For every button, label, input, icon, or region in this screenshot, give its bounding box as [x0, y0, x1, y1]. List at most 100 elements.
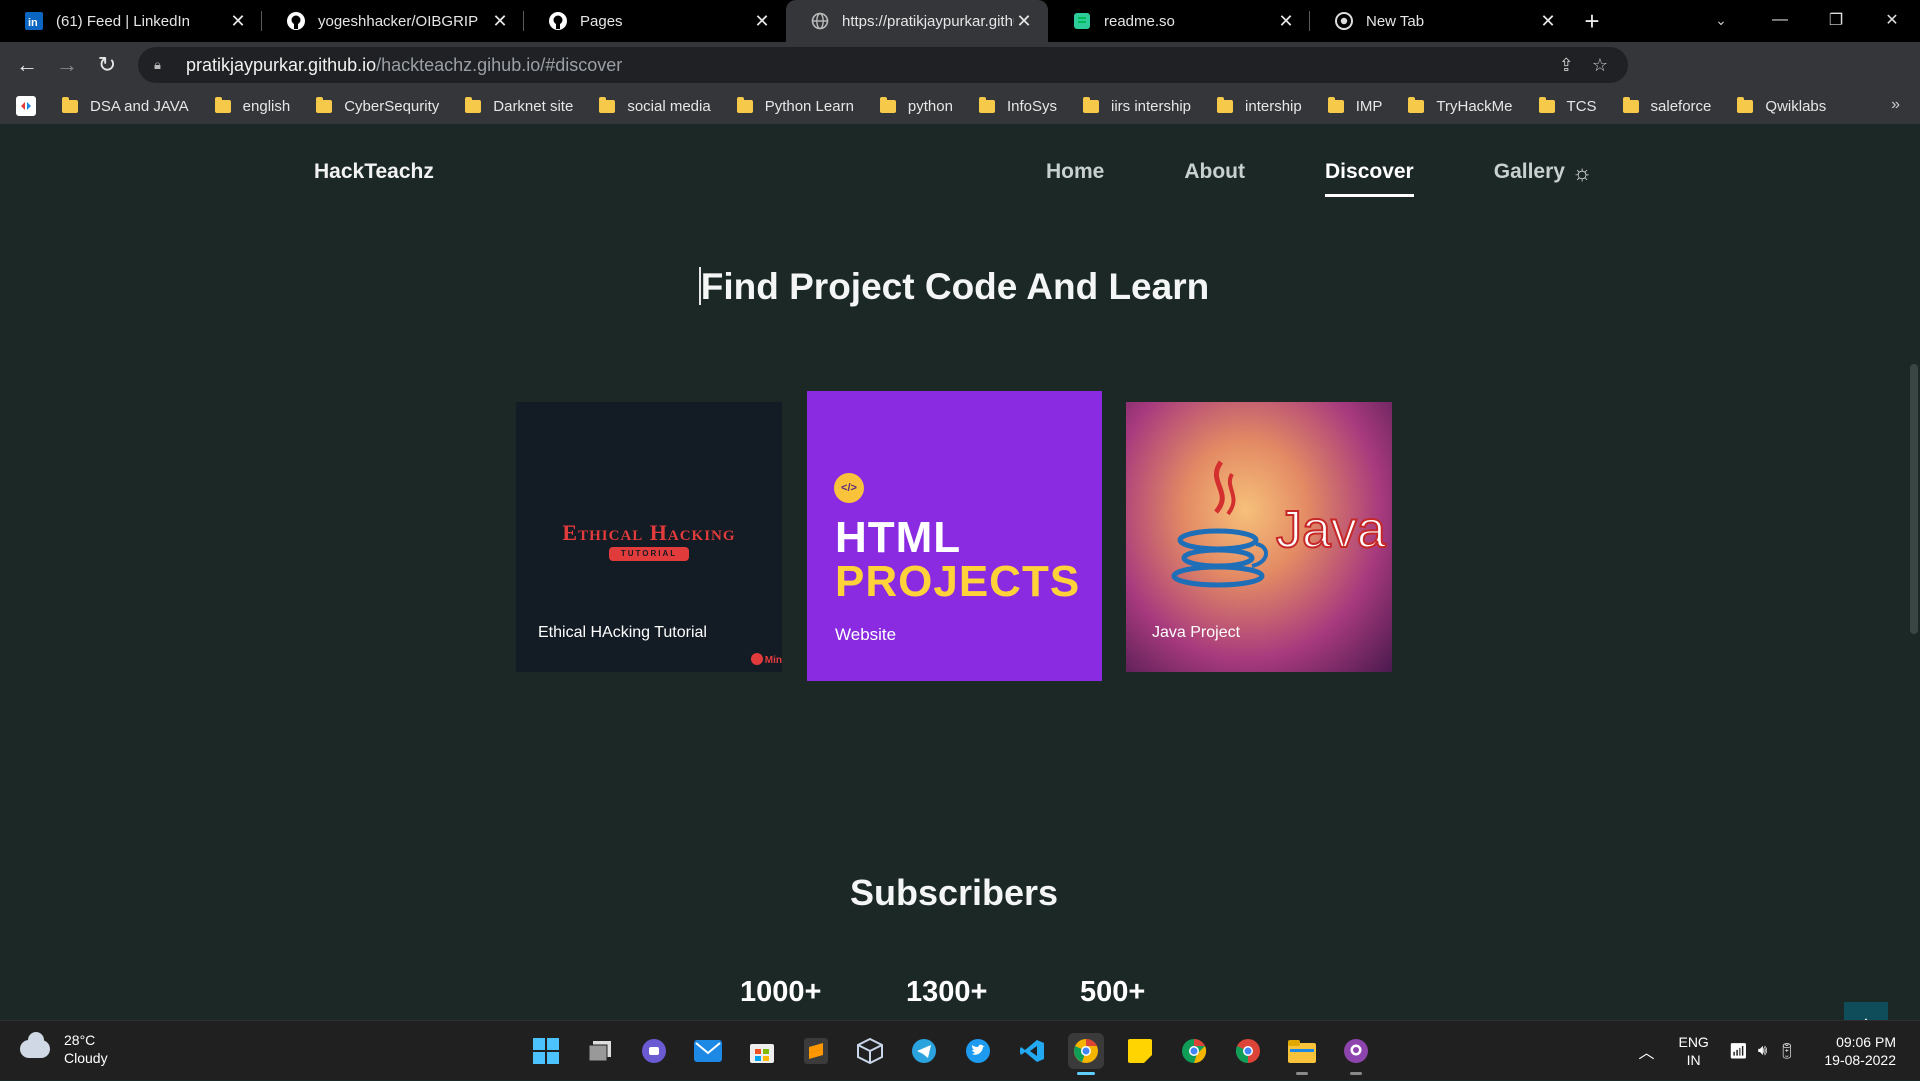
- tab-github-pages[interactable]: Pages ✕: [524, 0, 786, 42]
- folder-icon: [978, 96, 995, 113]
- language-indicator[interactable]: ENG IN: [1678, 1033, 1708, 1069]
- lock-icon[interactable]: 🔒︎: [154, 57, 170, 73]
- close-window-button[interactable]: ✕: [1864, 0, 1920, 40]
- bookmark-folder[interactable]: DSA and JAVA: [62, 96, 189, 115]
- close-icon[interactable]: ✕: [1538, 11, 1558, 32]
- tab-github-oibgrip[interactable]: yogeshhacker/OIBGRIP ✕: [262, 0, 524, 42]
- reload-icon[interactable]: ↻: [87, 45, 127, 85]
- restore-button[interactable]: ❐: [1808, 0, 1864, 40]
- chrome-profile-icon[interactable]: [1230, 1033, 1266, 1069]
- nav-gallery[interactable]: Gallery: [1494, 160, 1565, 184]
- stat-value: 1300+: [906, 976, 988, 1008]
- sun-icon[interactable]: ☼: [1572, 160, 1592, 186]
- globe-icon: [810, 11, 830, 31]
- project-card-html[interactable]: </> HTML PROJECTS Website: [807, 391, 1102, 681]
- sticky-notes-icon[interactable]: [1122, 1033, 1158, 1069]
- bookmark-folder[interactable]: saleforce: [1622, 96, 1711, 115]
- readme-icon: [1072, 11, 1092, 31]
- bookmark-folder[interactable]: python: [879, 96, 953, 115]
- github-desktop-icon[interactable]: [1338, 1033, 1374, 1075]
- star-icon[interactable]: ☆: [1592, 55, 1608, 76]
- twitter-icon[interactable]: [960, 1033, 996, 1069]
- vscode-icon[interactable]: [1014, 1033, 1050, 1069]
- bookmarks-overflow-button[interactable]: »: [1891, 96, 1900, 114]
- tab-title: Pages: [580, 12, 623, 30]
- java-logo-text: Java: [1275, 500, 1387, 560]
- close-icon[interactable]: ✕: [228, 11, 248, 32]
- telegram-icon[interactable]: [906, 1033, 942, 1069]
- tab-strip: in (61) Feed | LinkedIn ✕ yogeshhacker/O…: [0, 0, 1920, 42]
- bookmark-folder[interactable]: InfoSys: [978, 96, 1057, 115]
- tab-readme[interactable]: readme.so ✕: [1048, 0, 1310, 42]
- close-icon[interactable]: ✕: [1276, 11, 1296, 32]
- minimize-button[interactable]: —: [1752, 0, 1808, 40]
- clock[interactable]: 09:06 PM 19-08-2022: [1824, 1033, 1896, 1069]
- share-icon[interactable]: ⇪: [1559, 55, 1574, 76]
- folder-icon: [316, 96, 333, 113]
- weather-desc: Cloudy: [64, 1050, 108, 1066]
- bookmark-folder[interactable]: intership: [1217, 96, 1302, 115]
- store-icon[interactable]: [744, 1033, 780, 1069]
- bookmark-folder[interactable]: Qwiklabs: [1737, 96, 1826, 115]
- tab-hackteachz[interactable]: https://pratikjaypurkar.githu ✕: [786, 0, 1048, 42]
- chrome-icon[interactable]: [1176, 1033, 1212, 1069]
- back-arrow-icon[interactable]: ←: [7, 45, 47, 85]
- scrollbar-thumb[interactable]: [1910, 364, 1918, 634]
- arrow-up-icon[interactable]: ↑: [1844, 1002, 1888, 1020]
- tab-title: readme.so: [1104, 12, 1175, 30]
- browser-toolbar: ← → ↻ 🔒︎ pratikjaypurkar.github.io/hackt…: [0, 42, 1920, 118]
- tab-search-chevron-icon[interactable]: ⌄: [1706, 0, 1736, 40]
- url-host: pratikjaypurkar.github.io: [186, 54, 377, 75]
- nav-about[interactable]: About: [1184, 160, 1245, 184]
- bookmark-folder[interactable]: Python Learn: [736, 96, 854, 115]
- tab-linkedin[interactable]: in (61) Feed | LinkedIn ✕: [0, 0, 262, 42]
- bookmark-folder[interactable]: social media: [599, 96, 711, 115]
- folder-icon: [1217, 96, 1234, 113]
- github-icon: [286, 11, 306, 31]
- system-icons[interactable]: 📶︎ 🔊︎ 🔋︎: [1729, 1042, 1797, 1060]
- task-view-icon[interactable]: [582, 1033, 618, 1069]
- project-card-java[interactable]: Java Java Project: [1126, 402, 1392, 672]
- weather-widget[interactable]: 28°C Cloudy: [20, 1031, 108, 1067]
- clock-time: 09:06 PM: [1836, 1034, 1896, 1050]
- bookmark-folder[interactable]: iirs intership: [1083, 96, 1192, 115]
- apps-icon[interactable]: [16, 96, 36, 116]
- chrome-canary-icon[interactable]: [1068, 1033, 1104, 1075]
- close-icon[interactable]: ✕: [1014, 11, 1034, 32]
- teams-chat-icon[interactable]: [636, 1033, 672, 1069]
- bookmark-folder[interactable]: IMP: [1327, 96, 1382, 115]
- chevron-up-icon[interactable]: ︿: [1638, 1039, 1654, 1063]
- bookmark-label: social media: [627, 97, 711, 115]
- virtualbox-icon[interactable]: [852, 1033, 888, 1069]
- windows-start-icon[interactable]: [528, 1033, 564, 1069]
- bookmark-label: python: [907, 97, 953, 115]
- close-icon[interactable]: ✕: [490, 11, 510, 32]
- file-explorer-icon[interactable]: [1284, 1033, 1320, 1075]
- bookmark-folder[interactable]: TryHackMe: [1408, 96, 1513, 115]
- sublime-text-icon[interactable]: [798, 1033, 834, 1069]
- mail-icon[interactable]: [690, 1033, 726, 1069]
- nav-home[interactable]: Home: [1046, 160, 1104, 184]
- folder-icon: [1538, 96, 1555, 113]
- address-bar[interactable]: 🔒︎ pratikjaypurkar.github.io/hackteachz.…: [138, 47, 1628, 83]
- site-brand[interactable]: HackTeachz: [314, 160, 434, 184]
- folder-icon: [879, 96, 896, 113]
- folder-icon: [465, 96, 482, 113]
- card-label: Website: [835, 625, 897, 644]
- close-icon[interactable]: ✕: [752, 11, 772, 32]
- card-art-line2: PROJECTS: [835, 557, 1081, 606]
- bookmark-folder[interactable]: TCS: [1538, 96, 1597, 115]
- site-nav: Home About Discover Gallery: [1046, 160, 1645, 197]
- tab-title: https://pratikjaypurkar.githu: [842, 12, 1014, 30]
- bookmark-folder[interactable]: english: [214, 96, 290, 115]
- folder-icon: [1408, 96, 1425, 113]
- bookmark-folder[interactable]: CyberSequrity: [316, 96, 439, 115]
- tab-new-tab[interactable]: New Tab ✕: [1310, 0, 1572, 42]
- new-tab-button[interactable]: +: [1572, 0, 1612, 42]
- project-card-ethical-hacking[interactable]: Ethical Hacking TUTORIAL Ethical HAcking…: [516, 402, 782, 672]
- bookmark-label: iirs intership: [1111, 97, 1192, 115]
- forward-arrow-icon[interactable]: →: [47, 45, 87, 85]
- nav-discover[interactable]: Discover: [1325, 160, 1414, 197]
- bookmark-folder[interactable]: Darknet site: [465, 96, 573, 115]
- folder-icon: [599, 96, 616, 113]
